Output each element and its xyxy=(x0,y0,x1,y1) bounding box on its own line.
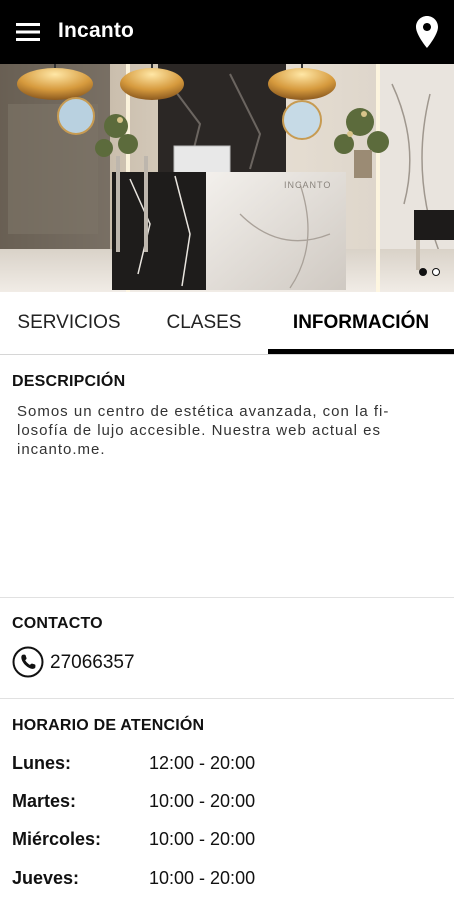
hours-day: Lunes: xyxy=(12,753,72,773)
carousel-dot[interactable] xyxy=(432,268,440,276)
phone-icon xyxy=(12,646,44,678)
tab-clases[interactable]: CLASES xyxy=(138,292,270,354)
tab-servicios[interactable]: SERVICIOS xyxy=(0,292,138,354)
hours-time: 10:00 - 20:00 xyxy=(149,791,256,811)
active-tab-indicator xyxy=(268,349,454,354)
descripcion-heading: DESCRIPCIÓN xyxy=(12,373,126,390)
section-divider xyxy=(0,698,454,699)
section-divider xyxy=(0,597,454,598)
horario-heading: HORARIO DE ATENCIÓN xyxy=(12,717,205,734)
contacto-heading: CONTACTO xyxy=(12,615,103,632)
hours-time: 10:00 - 20:00 xyxy=(149,868,256,888)
contact-phone-number[interactable]: 27066357 xyxy=(50,652,135,674)
hours-row: Miércoles: 10:00 - 20:00 xyxy=(12,829,452,853)
hours-day: Miércoles: xyxy=(12,829,102,849)
hours-day: Jueves: xyxy=(12,868,80,888)
salon-reception-photo: INCANTO xyxy=(0,64,454,292)
hours-time: 10:00 - 20:00 xyxy=(149,829,256,849)
hamburger-menu-icon[interactable] xyxy=(16,20,42,44)
app-title: Incanto xyxy=(58,19,135,42)
hours-day: Martes: xyxy=(12,791,77,811)
hero-image-carousel[interactable]: INCANTO xyxy=(0,64,454,292)
carousel-indicator xyxy=(419,268,440,276)
hours-time: 12:00 - 20:00 xyxy=(149,753,256,773)
hours-row: Martes: 10:00 - 20:00 xyxy=(12,791,452,815)
descripcion-text: Somos un centro de estética avanzada, co… xyxy=(17,402,437,459)
hours-row: Jueves: 10:00 - 20:00 xyxy=(12,868,452,892)
hours-row: Lunes: 12:00 - 20:00 xyxy=(12,753,452,777)
descripcion-line: incanto.me. xyxy=(17,441,106,458)
tab-bar: SERVICIOS CLASES INFORMACIÓN xyxy=(0,292,454,355)
tab-informacion[interactable]: INFORMACIÓN xyxy=(268,292,454,354)
svg-text:INCANTO: INCANTO xyxy=(284,180,331,190)
descripcion-line: Somos un centro de estética avanzada, co… xyxy=(17,403,390,420)
descripcion-line: losofía de lujo accesible. Nuestra web a… xyxy=(17,422,382,439)
carousel-dot-active[interactable] xyxy=(419,268,427,276)
location-pin-icon[interactable] xyxy=(416,16,438,48)
app-bar: Incanto xyxy=(0,0,454,64)
